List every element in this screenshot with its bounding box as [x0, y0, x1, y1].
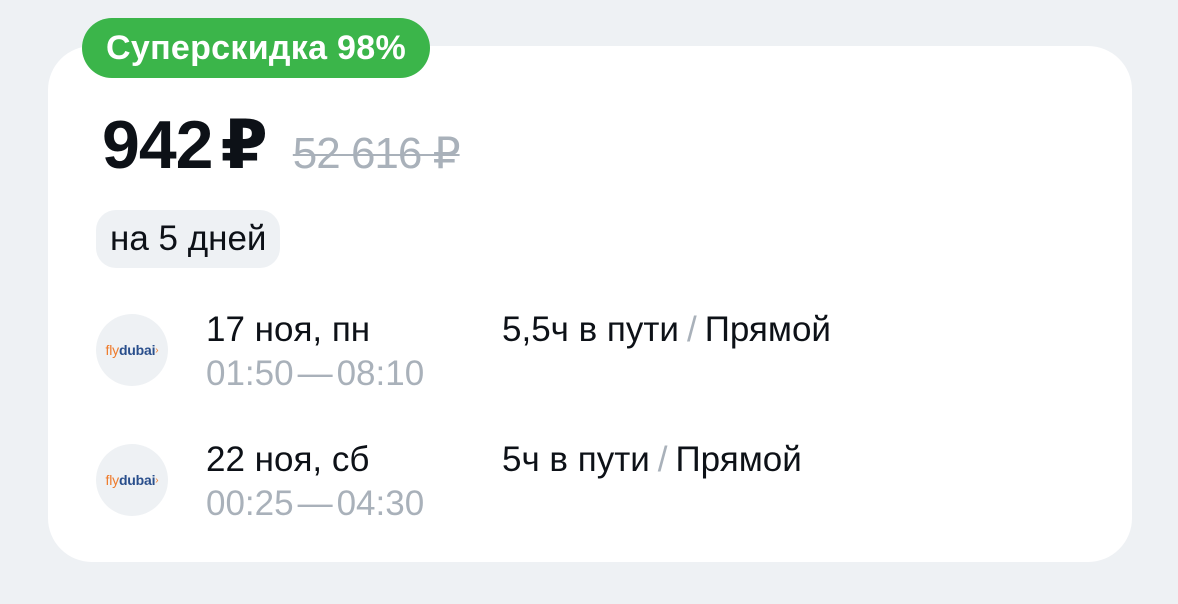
- current-price-value: 942: [102, 107, 213, 183]
- flydubai-logo-icon: fly dubai ›: [96, 314, 168, 386]
- stops-label: Прямой: [675, 440, 802, 479]
- discount-badge: Суперскидка 98%: [82, 18, 431, 78]
- flight-segment-outbound[interactable]: fly dubai › 17 ноя, пн 01:50—08:10 5,5ч в …: [96, 310, 996, 393]
- flight-segment-return[interactable]: fly dubai › 22 ноя, сб 00:25—04:30 5ч в пу…: [96, 440, 996, 523]
- separator: /: [686, 310, 697, 349]
- travel-time: 5ч в пути: [502, 440, 650, 479]
- price-row: 942 ₽ 52 616 ₽: [102, 106, 461, 185]
- departure-time: 00:25: [206, 484, 294, 523]
- flight-times: 00:25—04:30: [206, 484, 424, 524]
- flight-info: 5,5ч в пути / Прямой: [502, 310, 831, 350]
- currency-symbol: ₽: [220, 107, 267, 183]
- duration-chip: на 5 дней: [96, 210, 281, 268]
- current-price: 942 ₽: [102, 106, 268, 185]
- arrival-time: 08:10: [336, 354, 425, 393]
- flight-date: 17 ноя, пн: [206, 310, 371, 349]
- old-price: 52 616 ₽: [292, 129, 461, 178]
- arrival-time: 04:30: [336, 484, 425, 523]
- flight-date: 22 ноя, сб: [206, 440, 370, 479]
- travel-time: 5,5ч в пути: [502, 310, 679, 349]
- separator: /: [657, 440, 668, 479]
- time-dash: —: [297, 354, 333, 393]
- flydubai-logo-icon: fly dubai ›: [96, 444, 168, 516]
- flight-info: 5ч в пути / Прямой: [502, 440, 802, 480]
- page: Суперскидка 98% 942 ₽ 52 616 ₽ на 5 дней …: [0, 0, 1178, 604]
- departure-time: 01:50: [206, 354, 294, 393]
- flight-times: 01:50—08:10: [206, 354, 424, 394]
- time-dash: —: [297, 484, 333, 523]
- stops-label: Прямой: [704, 310, 831, 349]
